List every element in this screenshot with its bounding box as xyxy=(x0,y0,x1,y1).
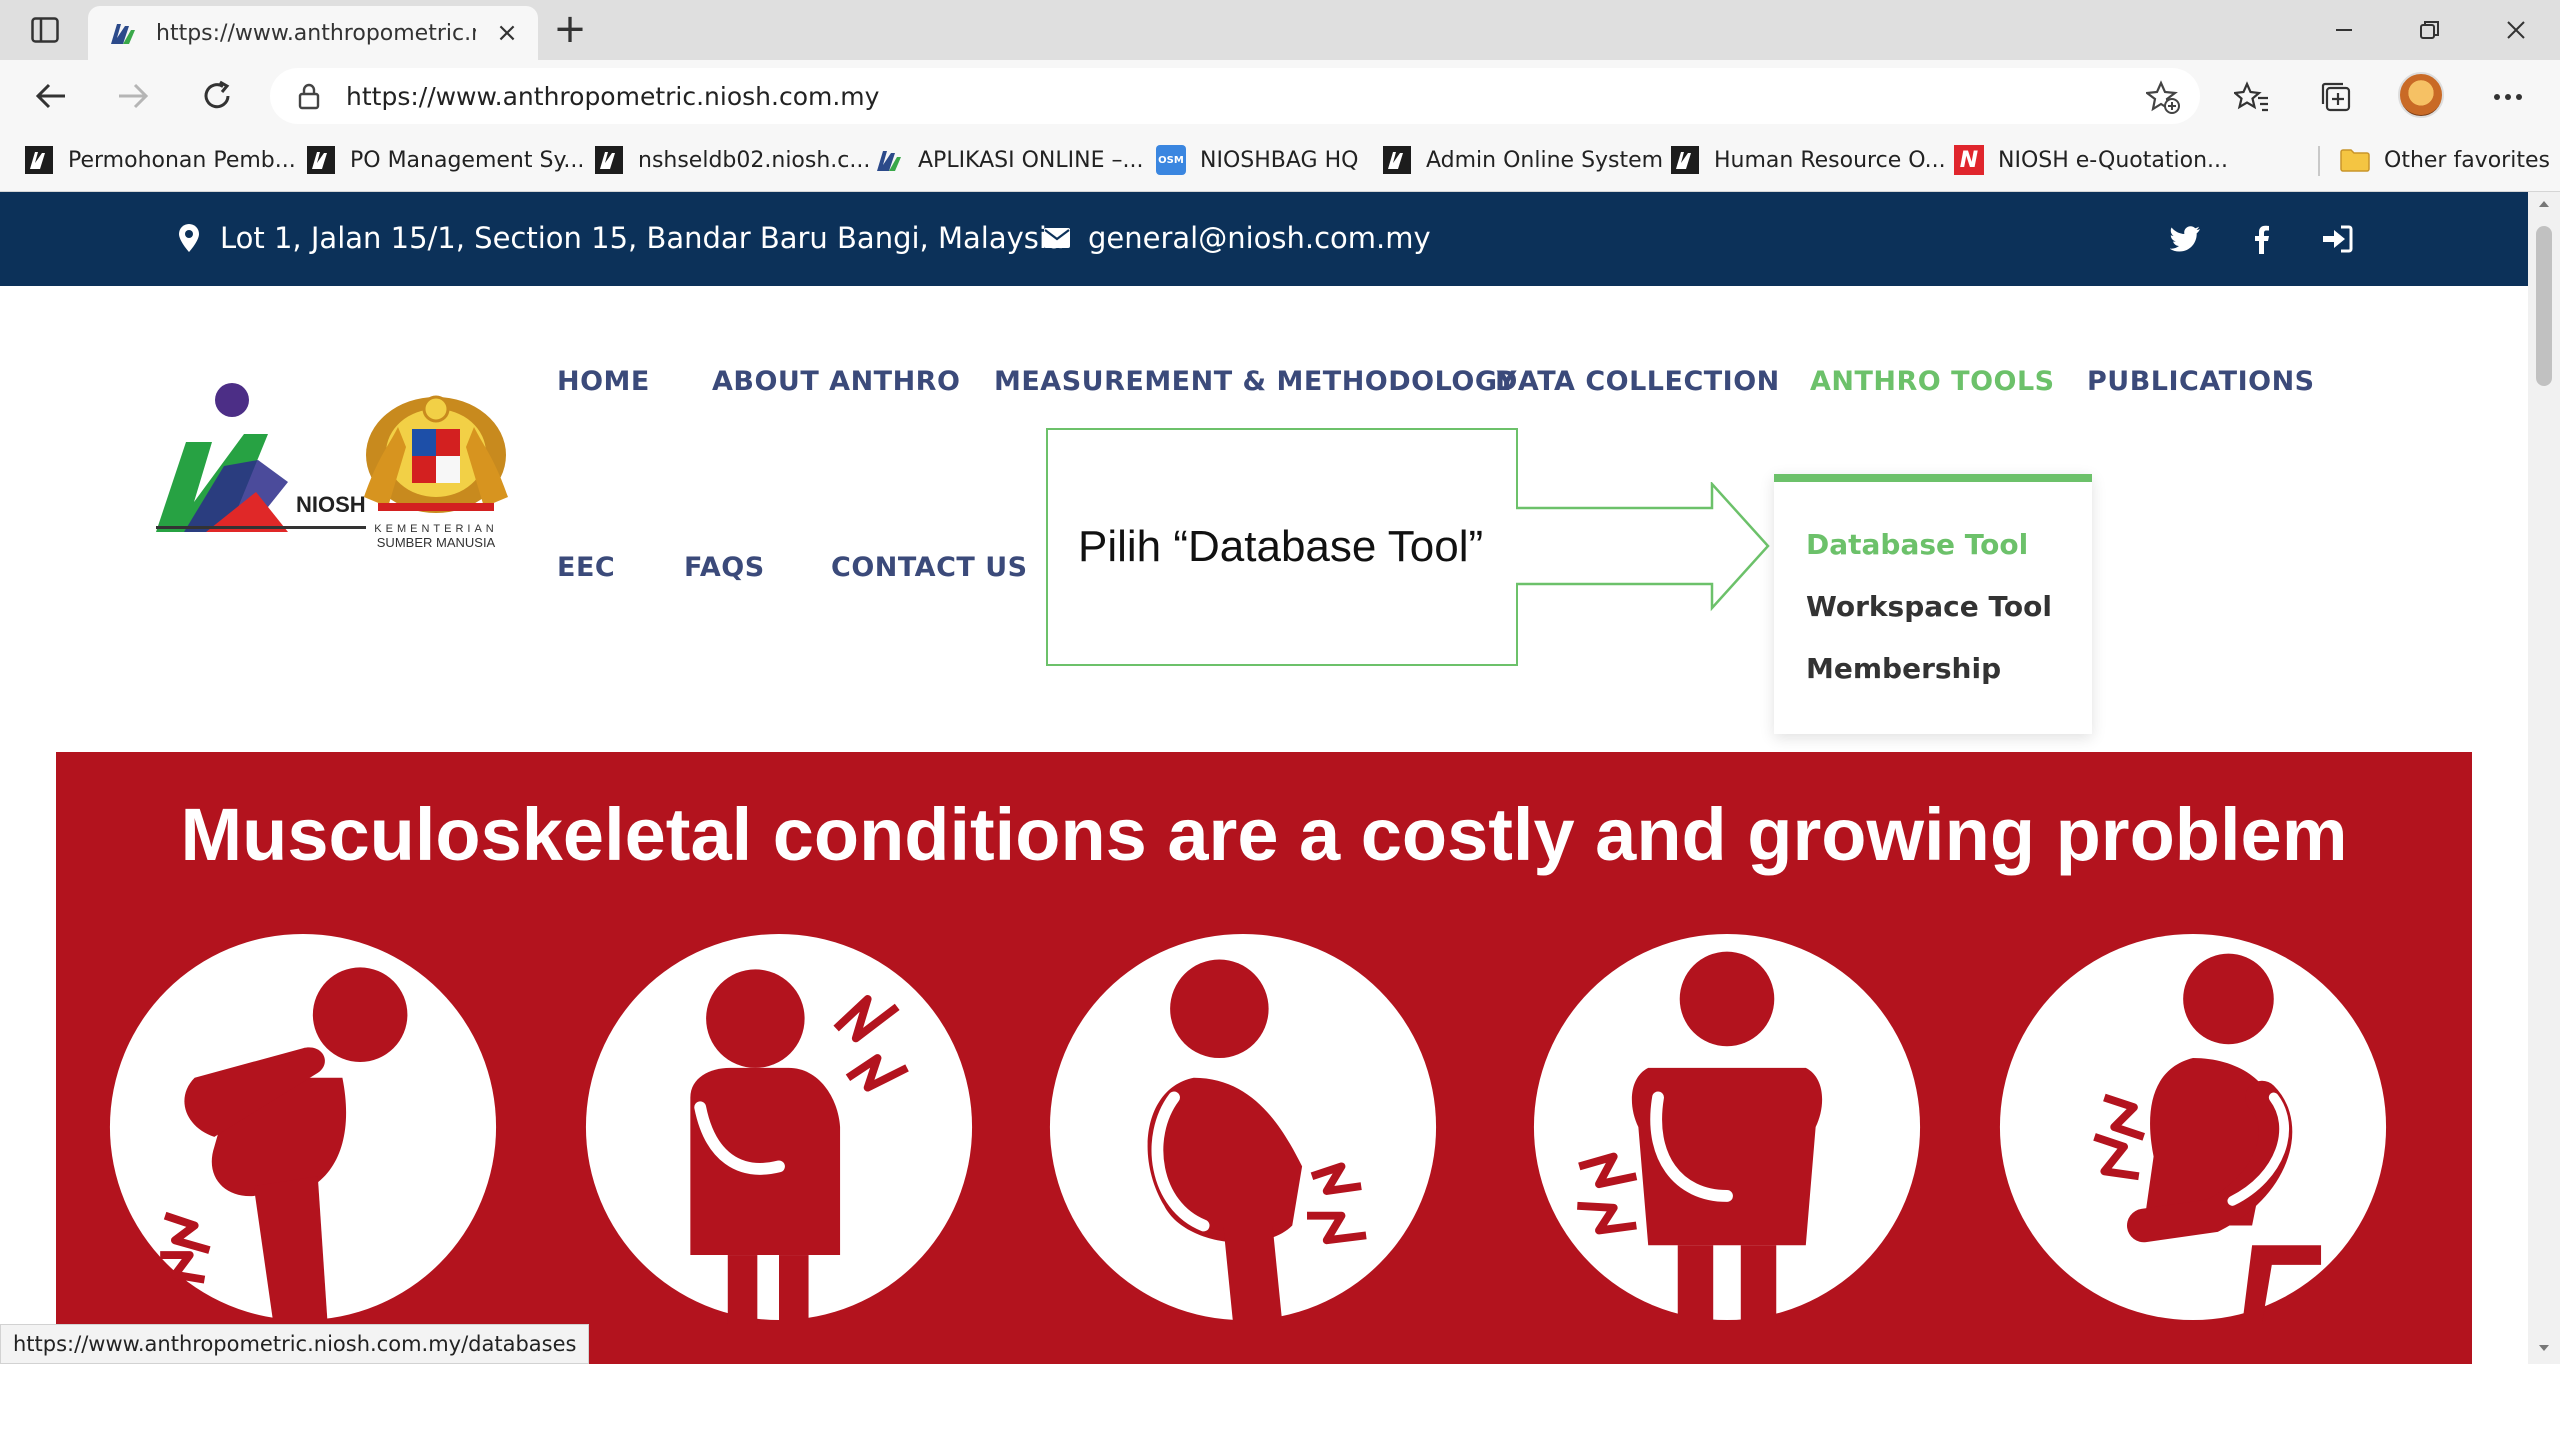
callout-instruction: Pilih “Database Tool” xyxy=(1078,522,1484,571)
envelope-icon xyxy=(1042,221,1072,255)
dropdown-database-tool[interactable]: Database Tool xyxy=(1806,528,2028,561)
nav-faqs[interactable]: FAQS xyxy=(684,552,765,583)
svg-text:NIOSH: NIOSH xyxy=(296,492,366,517)
browser-toolbar: https://www.anthropometric.niosh.com.my xyxy=(0,60,2560,130)
add-favorite-icon[interactable] xyxy=(2146,80,2180,114)
scrollbar-thumb[interactable] xyxy=(2536,226,2552,386)
back-pain-figure-icon xyxy=(1049,933,1437,1324)
anthro-tools-dropdown: Database Tool Workspace Tool Membership xyxy=(1774,474,2092,734)
niosh-favicon-icon xyxy=(24,145,54,175)
hero-banner: Musculoskeletal conditions are a costly … xyxy=(56,752,2472,1364)
tab-title: https://www.anthropometric.niosh.com.my xyxy=(156,20,476,46)
forward-icon[interactable] xyxy=(112,75,154,117)
knee-pain-figure-icon xyxy=(109,933,497,1324)
browser-tab-active[interactable]: https://www.anthropometric.niosh.com.my … xyxy=(88,6,538,60)
bookmark-item[interactable]: OSM NIOSHBAG HQ xyxy=(1156,142,1358,178)
bookmark-item[interactable]: Human Resource O... xyxy=(1670,142,1946,178)
back-icon[interactable] xyxy=(30,75,72,117)
nav-eec[interactable]: EEC xyxy=(557,552,615,583)
favorites-bar: Permohonan Pemb... PO Management Sy... n… xyxy=(0,130,2560,192)
scroll-up-icon[interactable] xyxy=(2536,196,2552,212)
facebook-icon[interactable] xyxy=(2244,222,2278,256)
page-viewport: Lot 1, Jalan 15/1, Section 15, Bandar Ba… xyxy=(0,192,2528,1364)
site-topbar: Lot 1, Jalan 15/1, Section 15, Bandar Ba… xyxy=(0,192,2528,286)
bookmark-item[interactable]: APLIKASI ONLINE –... xyxy=(874,142,1143,178)
svg-text:KEMENTERIAN: KEMENTERIAN xyxy=(374,523,497,535)
close-tab-icon[interactable]: × xyxy=(494,20,520,46)
bookmark-item[interactable]: N NIOSH e-Quotation... xyxy=(1954,142,2228,178)
nav-anthro-tools[interactable]: ANTHRO TOOLS xyxy=(1810,366,2055,397)
minimize-icon[interactable] xyxy=(2324,10,2364,50)
hip-pain-figure-icon xyxy=(1533,933,1921,1324)
collections-icon[interactable] xyxy=(2316,77,2356,117)
location-pin-icon xyxy=(174,221,204,255)
niosh-favicon-icon xyxy=(594,145,624,175)
scroll-down-icon[interactable] xyxy=(2536,1340,2552,1356)
niosh-favicon-icon xyxy=(1670,145,1700,175)
topbar-email[interactable]: general@niosh.com.my xyxy=(1042,218,1431,258)
tab-actions-icon[interactable] xyxy=(18,12,72,48)
site-logo[interactable]: NIOSH KEMENTERIAN SUMBER MANUSIA xyxy=(146,382,526,552)
nav-data-collection[interactable]: DATA COLLECTION xyxy=(1495,366,1780,397)
niosh-favicon-icon xyxy=(874,145,904,175)
nav-about-anthro[interactable]: ABOUT ANTHRO xyxy=(712,366,960,397)
address-bar[interactable]: https://www.anthropometric.niosh.com.my xyxy=(270,68,2200,124)
favorites-icon[interactable] xyxy=(2232,77,2272,117)
bookmark-item[interactable]: nshseldb02.niosh.c... xyxy=(594,142,870,178)
banner-title: Musculoskeletal conditions are a costly … xyxy=(180,793,2348,876)
bookmark-item[interactable]: Permohonan Pemb... xyxy=(24,142,296,178)
refresh-icon[interactable] xyxy=(196,75,238,117)
page-scrollbar[interactable] xyxy=(2528,192,2560,1364)
lock-icon[interactable] xyxy=(294,81,324,111)
nav-contact-us[interactable]: CONTACT US xyxy=(831,552,1028,583)
topbar-address: Lot 1, Jalan 15/1, Section 15, Bandar Ba… xyxy=(174,218,1065,258)
niosh-favicon-icon xyxy=(1382,145,1412,175)
link-status-bar: https://www.anthropometric.niosh.com.my/… xyxy=(0,1324,590,1364)
niosh-red-n-favicon-icon: N xyxy=(1954,145,1984,175)
niosh-favicon-icon xyxy=(108,18,138,48)
folder-icon xyxy=(2340,145,2370,175)
login-icon[interactable] xyxy=(2320,222,2354,256)
close-window-icon[interactable] xyxy=(2496,10,2536,50)
bookmark-item[interactable]: Admin Online System xyxy=(1382,142,1663,178)
nav-measurement-methodology[interactable]: MEASUREMENT & METHODOLOGY xyxy=(994,366,1517,397)
other-favorites-folder[interactable]: Other favorites xyxy=(2340,142,2550,178)
elbow-pain-figure-icon xyxy=(1999,933,2387,1324)
profile-avatar[interactable] xyxy=(2398,72,2444,118)
svg-text:SUMBER MANUSIA: SUMBER MANUSIA xyxy=(377,535,496,550)
favorites-divider xyxy=(2318,146,2320,176)
osm-favicon-icon: OSM xyxy=(1156,145,1186,175)
twitter-icon[interactable] xyxy=(2168,222,2202,256)
nav-home[interactable]: HOME xyxy=(557,366,650,397)
browser-tab-strip: https://www.anthropometric.niosh.com.my … xyxy=(0,0,2560,60)
dropdown-workspace-tool[interactable]: Workspace Tool xyxy=(1806,590,2052,623)
url-text[interactable]: https://www.anthropometric.niosh.com.my xyxy=(346,82,879,111)
more-options-icon[interactable] xyxy=(2488,77,2528,117)
bookmark-item[interactable]: PO Management Sy... xyxy=(306,142,584,178)
niosh-favicon-icon xyxy=(306,145,336,175)
restore-icon[interactable] xyxy=(2410,10,2450,50)
nav-publications[interactable]: PUBLICATIONS xyxy=(2087,366,2315,397)
new-tab-icon[interactable]: + xyxy=(550,9,590,50)
shoulder-pain-figure-icon xyxy=(585,933,973,1324)
callout-arrow-icon xyxy=(1516,482,1770,612)
dropdown-membership[interactable]: Membership xyxy=(1806,652,2001,685)
